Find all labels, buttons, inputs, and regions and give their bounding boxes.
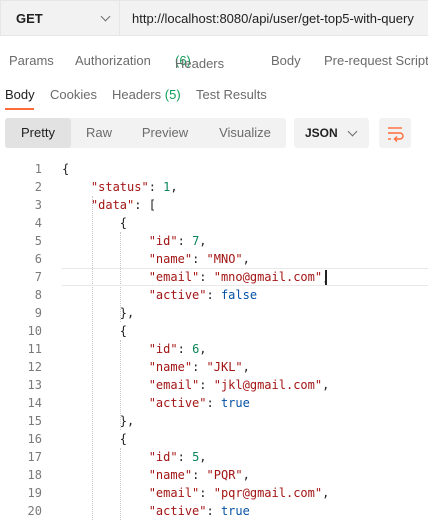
line-number: 5 <box>34 234 42 248</box>
code-text: "id": 5, <box>148 450 207 464</box>
chevron-down-icon <box>100 11 111 22</box>
format-label: JSON <box>305 126 338 140</box>
request-tabs: Params Authorization Headers (6) Body Pr… <box>0 50 428 74</box>
code-line: 6 "name": "MNO", <box>0 250 428 268</box>
tab-headers[interactable]: Headers (6) <box>175 53 224 71</box>
code-text: "email": "jkl@gmail.com", <box>148 378 330 392</box>
method-label: GET <box>16 11 43 26</box>
text-cursor <box>325 270 327 285</box>
wrap-lines-button[interactable] <box>379 118 411 148</box>
code-line: 8 "active": false <box>0 286 428 304</box>
code-text: "active": true <box>148 504 250 518</box>
view-pretty-button[interactable]: Pretty <box>5 118 71 148</box>
code-line: 20 "active": true <box>0 502 428 520</box>
line-number: 18 <box>27 468 42 482</box>
tab-response-body[interactable]: Body <box>5 87 35 102</box>
code-text: }, <box>62 306 135 320</box>
method-select[interactable]: GET <box>0 0 119 36</box>
code-text: { <box>62 324 128 338</box>
code-text: "id": 6, <box>148 342 207 356</box>
code-line: 1{ <box>0 160 428 178</box>
line-number: 6 <box>34 252 42 266</box>
code-text: "active": true <box>148 396 250 410</box>
code-line: 3 "data": [ <box>0 196 428 214</box>
url-input[interactable]: http://localhost:8080/api/user/get-top5-… <box>119 0 428 36</box>
code-text: "active": false <box>148 288 258 302</box>
code-line: 19 "email": "pqr@gmail.com", <box>0 484 428 502</box>
line-number: 11 <box>27 342 42 356</box>
code-text: "id": 7, <box>148 234 207 248</box>
active-tab-indicator <box>5 108 34 110</box>
code-line: 15 }, <box>0 412 428 430</box>
line-number: 7 <box>34 270 42 284</box>
line-number: 9 <box>34 306 42 320</box>
line-number: 20 <box>27 504 42 518</box>
code-text: { <box>62 216 128 230</box>
code-line: 2 "status": 1, <box>0 178 428 196</box>
code-line: 4 { <box>0 214 428 232</box>
code-line: 9 }, <box>0 304 428 322</box>
tab-response-headers[interactable]: Headers (5) <box>112 87 181 102</box>
code-text: "data": [ <box>90 198 156 212</box>
view-visualize-button[interactable]: Visualize <box>205 118 285 148</box>
response-headers-count: (5) <box>164 87 181 102</box>
line-number: 10 <box>27 324 42 338</box>
tab-prerequest-script[interactable]: Pre-request Script <box>324 53 428 68</box>
tab-authorization[interactable]: Authorization <box>75 53 151 68</box>
code-text: "name": "JKL", <box>148 360 250 374</box>
code-line: 12 "name": "JKL", <box>0 358 428 376</box>
line-number: 13 <box>27 378 42 392</box>
code-line: 13 "email": "jkl@gmail.com", <box>0 376 428 394</box>
code-text: "name": "PQR", <box>148 468 250 482</box>
code-text: "email": "mno@gmail.com", <box>148 270 330 284</box>
line-number: 15 <box>27 414 42 428</box>
code-text: { <box>62 432 128 446</box>
code-line: 10 { <box>0 322 428 340</box>
tab-headers-label: Headers <box>175 56 225 71</box>
view-preview-button[interactable]: Preview <box>129 118 201 148</box>
tab-response-headers-label: Headers <box>112 87 162 102</box>
code-line: 7 "email": "mno@gmail.com", <box>0 268 428 286</box>
code-line: 11 "id": 6, <box>0 340 428 358</box>
line-number: 17 <box>27 450 42 464</box>
format-select[interactable]: JSON <box>294 118 369 148</box>
code-line: 18 "name": "PQR", <box>0 466 428 484</box>
view-mode-toolbar: Pretty Raw Preview Visualize <box>5 118 286 148</box>
code-line: 5 "id": 7, <box>0 232 428 250</box>
code-line: 16 { <box>0 430 428 448</box>
wrap-lines-icon <box>388 127 404 142</box>
view-raw-button[interactable]: Raw <box>71 118 127 148</box>
tab-body[interactable]: Body <box>271 53 301 68</box>
line-number: 4 <box>34 216 42 230</box>
code-text: { <box>62 162 70 176</box>
line-number: 8 <box>34 288 42 302</box>
line-number: 1 <box>34 162 42 176</box>
code-text: "name": "MNO", <box>148 252 250 266</box>
code-text: "email": "pqr@gmail.com", <box>148 486 330 500</box>
line-number: 14 <box>27 396 42 410</box>
code-line: 17 "id": 5, <box>0 448 428 466</box>
code-text: "status": 1, <box>90 180 178 194</box>
response-tabs: Body Cookies Headers (5) Test Results <box>0 84 428 110</box>
tab-cookies[interactable]: Cookies <box>50 87 97 102</box>
code-text: }, <box>62 414 135 428</box>
chevron-down-icon <box>347 126 358 137</box>
line-number: 19 <box>27 486 42 500</box>
line-number: 16 <box>27 432 42 446</box>
line-number: 3 <box>34 198 42 212</box>
request-url-bar: GET http://localhost:8080/api/user/get-t… <box>0 0 428 37</box>
response-code-viewer[interactable]: 1{2 "status": 1, 3 "data": [4 {5 "id": 7,… <box>0 160 428 520</box>
line-number: 2 <box>34 180 42 194</box>
url-text: http://localhost:8080/api/user/get-top5-… <box>132 11 414 26</box>
tab-params[interactable]: Params <box>9 53 54 68</box>
line-number: 12 <box>27 360 42 374</box>
code-line: 14 "active": true <box>0 394 428 412</box>
tab-test-results[interactable]: Test Results <box>196 87 267 102</box>
